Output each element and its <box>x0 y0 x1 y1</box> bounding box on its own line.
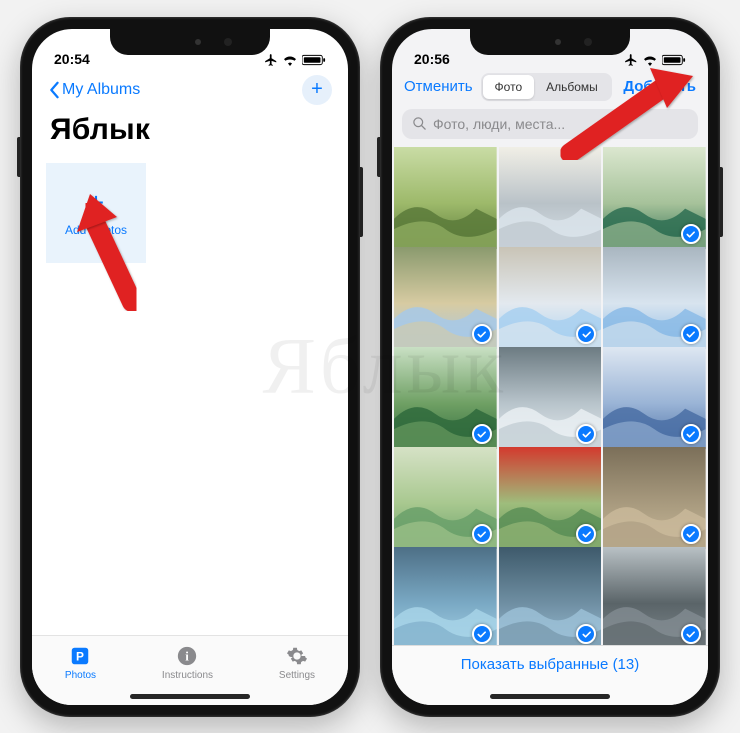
segmented-control[interactable]: Фото Альбомы <box>481 73 612 101</box>
chevron-left-icon <box>48 81 60 99</box>
notch <box>110 29 270 55</box>
gear-icon <box>285 644 309 668</box>
tab-photos[interactable]: P Photos <box>65 644 96 681</box>
tab-label: Settings <box>279 670 315 681</box>
photo-thumb[interactable] <box>394 147 497 250</box>
photo-thumb[interactable] <box>499 347 602 450</box>
photo-thumb[interactable] <box>394 547 497 645</box>
photo-thumb[interactable] <box>603 547 706 645</box>
selected-check-icon <box>681 424 701 444</box>
plus-icon: + <box>311 78 323 101</box>
search-icon <box>412 116 427 131</box>
seg-albums[interactable]: Альбомы <box>534 75 610 99</box>
photos-icon: P <box>68 644 92 668</box>
nav-row: My Albums + <box>32 69 348 107</box>
airplane-icon <box>624 53 638 67</box>
tab-instructions[interactable]: i Instructions <box>162 644 213 681</box>
svg-text:i: i <box>186 649 190 663</box>
search-placeholder: Фото, люди, места... <box>433 116 565 132</box>
add-button[interactable]: Добавить <box>623 78 696 95</box>
photo-thumb[interactable] <box>394 447 497 550</box>
show-selected-button[interactable]: Показать выбранные (13) <box>461 656 640 673</box>
album-title: Яблык <box>32 107 348 157</box>
photo-thumb[interactable] <box>603 247 706 350</box>
photo-thumb[interactable] <box>499 247 602 350</box>
photo-thumb[interactable] <box>603 347 706 450</box>
add-photos-tile[interactable]: + Add Photos <box>46 163 146 263</box>
seg-photos[interactable]: Фото <box>483 75 535 99</box>
status-time: 20:56 <box>414 51 450 67</box>
selected-check-icon <box>681 624 701 644</box>
battery-icon <box>662 54 686 66</box>
photo-thumb[interactable] <box>603 447 706 550</box>
selected-check-icon <box>472 624 492 644</box>
photo-thumb[interactable] <box>499 147 602 250</box>
photo-thumb[interactable] <box>603 147 706 250</box>
selected-check-icon <box>472 524 492 544</box>
picker-header: Отменить Фото Альбомы Добавить <box>392 69 708 107</box>
airplane-icon <box>264 53 278 67</box>
battery-icon <box>302 54 326 66</box>
info-icon: i <box>175 644 199 668</box>
wifi-icon <box>282 54 298 66</box>
back-label: My Albums <box>62 81 140 99</box>
svg-text:P: P <box>77 649 85 663</box>
selected-check-icon <box>472 424 492 444</box>
add-album-button[interactable]: + <box>302 75 332 105</box>
add-photos-label: Add Photos <box>65 223 127 237</box>
wifi-icon <box>642 54 658 66</box>
tab-label: Photos <box>65 670 96 681</box>
notch <box>470 29 630 55</box>
selected-check-icon <box>681 224 701 244</box>
status-time: 20:54 <box>54 51 90 67</box>
plus-icon: + <box>88 189 104 217</box>
cancel-button[interactable]: Отменить <box>404 78 473 95</box>
tab-settings[interactable]: Settings <box>279 644 315 681</box>
search-field[interactable]: Фото, люди, места... <box>402 109 698 139</box>
selected-check-icon <box>681 324 701 344</box>
back-button[interactable]: My Albums <box>48 81 140 99</box>
tab-label: Instructions <box>162 670 213 681</box>
photo-thumb[interactable] <box>499 547 602 645</box>
home-indicator[interactable] <box>130 694 250 699</box>
photo-thumb[interactable] <box>499 447 602 550</box>
watermark: Яблык <box>262 321 507 412</box>
status-icons <box>624 53 686 67</box>
status-icons <box>264 53 326 67</box>
selected-check-icon <box>681 524 701 544</box>
home-indicator[interactable] <box>490 694 610 699</box>
